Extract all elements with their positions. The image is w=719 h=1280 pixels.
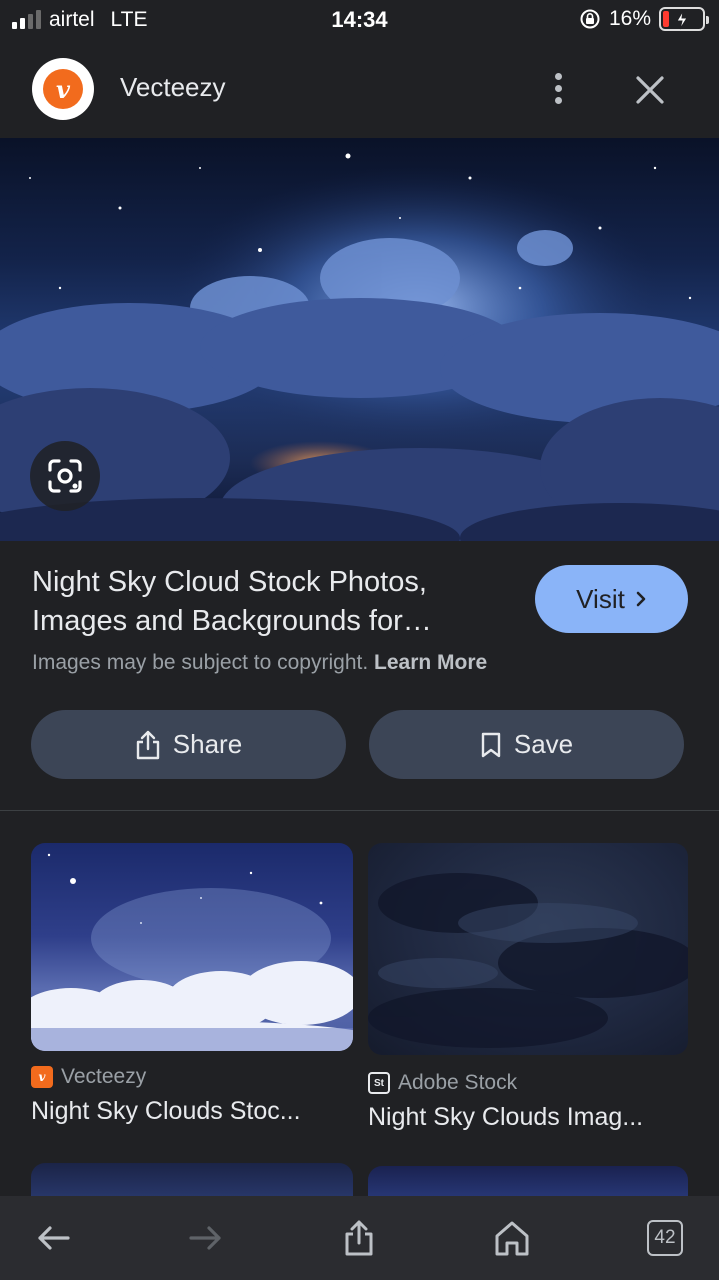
forward-button[interactable]: [180, 1212, 232, 1264]
vecteezy-logo-icon: v: [43, 69, 83, 109]
tabs-button[interactable]: 42: [639, 1212, 691, 1264]
night-sky-clouds-image: [0, 138, 719, 541]
related-source: St Adobe Stock: [368, 1071, 688, 1095]
share-icon: [345, 1220, 373, 1256]
share-icon: [136, 730, 159, 759]
share-button[interactable]: Share: [31, 710, 346, 779]
battery-icon: [659, 7, 709, 31]
back-icon: [38, 1226, 70, 1250]
lock-rotation-icon: [580, 9, 600, 29]
visit-button[interactable]: Visit: [535, 565, 688, 633]
related-title[interactable]: Night Sky Clouds Imag...: [368, 1103, 688, 1132]
forward-icon: [189, 1226, 221, 1250]
visit-label: Visit: [576, 583, 625, 614]
status-bar: airtel LTE 14:34 16%: [0, 0, 719, 40]
related-title[interactable]: Night Sky Clouds Stoc...: [31, 1097, 353, 1126]
related-card[interactable]: v Vecteezy Night Sky Clouds Stoc...: [31, 843, 353, 1126]
share-label: Share: [172, 729, 243, 759]
related-source: v Vecteezy: [31, 1065, 353, 1089]
bookmark-icon: [481, 732, 501, 757]
viewer-header: v Vecteezy: [0, 40, 719, 138]
battery-percent: 16%: [608, 7, 651, 30]
related-source-name: Adobe Stock: [398, 1071, 518, 1094]
back-button[interactable]: [27, 1212, 79, 1264]
close-icon[interactable]: [630, 70, 670, 110]
related-card[interactable]: St Adobe Stock Night Sky Clouds Imag...: [368, 843, 688, 1132]
bottom-toolbar: 42: [0, 1196, 719, 1280]
adobe-stock-favicon-icon: St: [368, 1072, 390, 1094]
lens-search-button[interactable]: [30, 441, 100, 511]
share-page-button[interactable]: [333, 1212, 385, 1264]
learn-more-link[interactable]: Learn More: [374, 651, 487, 674]
main-image[interactable]: [0, 138, 719, 541]
lens-icon: [48, 459, 82, 493]
home-button[interactable]: [486, 1212, 538, 1264]
vecteezy-favicon-icon: v: [31, 1066, 53, 1088]
tabs-icon: 42: [647, 1220, 683, 1256]
related-source-name: Vecteezy: [61, 1065, 147, 1088]
related-thumbnail[interactable]: [31, 843, 353, 1051]
chevron-right-icon: [636, 591, 646, 607]
related-thumbnail[interactable]: [368, 843, 688, 1055]
copyright-text: Images may be subject to copyright.: [32, 651, 369, 674]
more-vert-icon[interactable]: [545, 70, 571, 106]
tab-count: 42: [654, 1227, 676, 1248]
save-label: Save: [513, 729, 574, 759]
copyright-notice: Images may be subject to copyright. Lear…: [32, 651, 487, 675]
save-button[interactable]: Save: [369, 710, 684, 779]
result-title[interactable]: Night Sky Cloud Stock Photos, Images and…: [32, 563, 502, 641]
site-name[interactable]: Vecteezy: [120, 72, 226, 103]
divider: [0, 810, 719, 811]
site-logo[interactable]: v: [32, 58, 94, 120]
home-icon: [495, 1221, 529, 1256]
